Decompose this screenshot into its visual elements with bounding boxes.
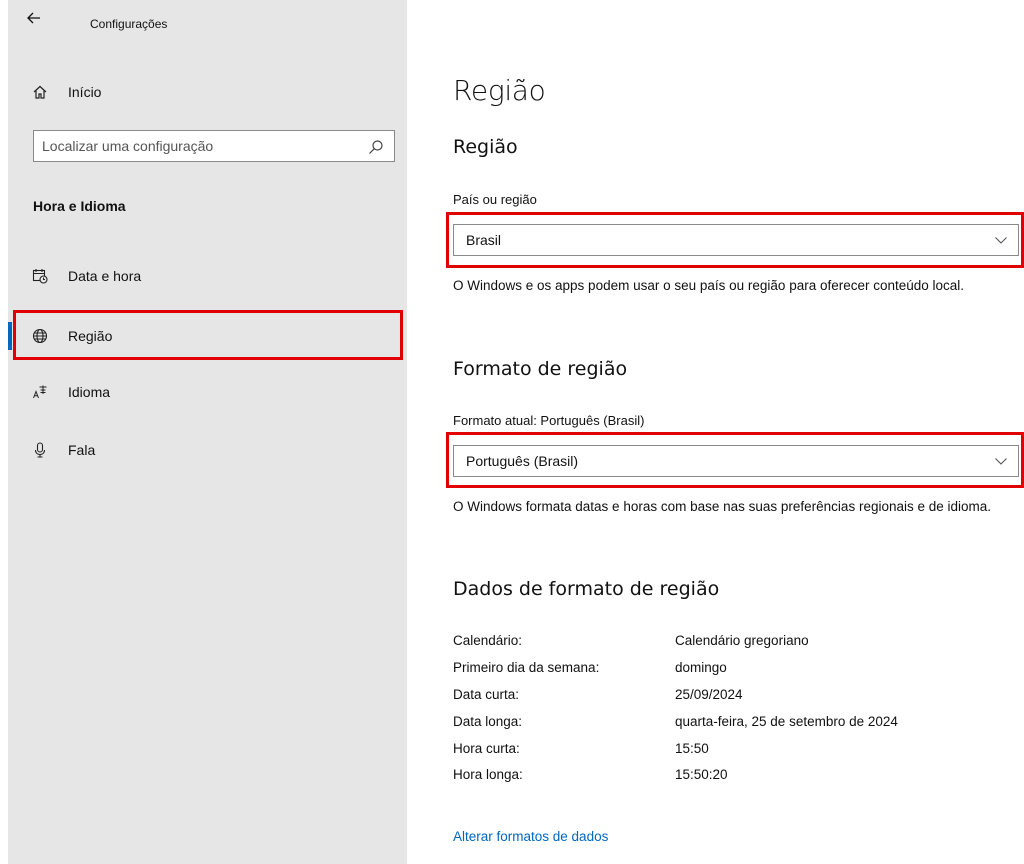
format-data-value: domingo	[675, 660, 727, 675]
format-data-row: Calendário: Calendário gregoriano	[453, 633, 1013, 655]
sidebar-section-title: Hora e Idioma	[33, 198, 126, 214]
sidebar-item-region[interactable]: Região	[8, 312, 407, 360]
format-description: O Windows formata datas e horas com base…	[453, 499, 992, 514]
sidebar-item-label: Idioma	[68, 384, 111, 400]
format-data-key: Calendário:	[453, 633, 523, 648]
search-icon[interactable]	[368, 139, 384, 155]
region-format-dropdown[interactable]: Português (Brasil)	[453, 445, 1019, 477]
format-data-value: quarta-feira, 25 de setembro de 2024	[675, 714, 898, 729]
sidebar-item-speech[interactable]: Fala	[8, 426, 407, 474]
microphone-icon	[30, 426, 50, 474]
country-description: O Windows e os apps podem usar o seu paí…	[453, 278, 965, 293]
language-icon	[30, 368, 50, 416]
search-input[interactable]	[34, 131, 362, 161]
format-data-value: 15:50	[675, 741, 709, 756]
format-data-row: Data longa: quarta-feira, 25 de setembro…	[453, 714, 1013, 736]
format-data-value: 25/09/2024	[675, 687, 743, 702]
change-data-formats-link[interactable]: Alterar formatos de dados	[453, 829, 608, 844]
sidebar-item-label: Fala	[68, 442, 96, 458]
format-data-key: Hora curta:	[453, 741, 520, 756]
chevron-down-icon	[995, 458, 1007, 465]
calendar-clock-icon	[30, 252, 50, 300]
search-field[interactable]	[33, 130, 395, 162]
format-data-row: Primeiro dia da semana: domingo	[453, 660, 1013, 682]
format-data-row: Hora longa: 15:50:20	[453, 767, 1013, 789]
sidebar-item-label: Início	[68, 84, 102, 100]
sidebar-item-label: Região	[68, 328, 113, 344]
format-data-key: Data curta:	[453, 687, 520, 702]
sidebar-item-label: Data e hora	[68, 268, 142, 284]
app-title: Configurações	[90, 17, 168, 31]
settings-window: Configurações Início Hora e Idioma Data	[0, 0, 1024, 864]
sidebar-item-language[interactable]: Idioma	[8, 368, 407, 416]
country-field-label: País ou região	[453, 192, 537, 207]
format-data-value: Calendário gregoriano	[675, 633, 809, 648]
format-data-heading: Dados de formato de região	[453, 578, 720, 600]
globe-icon	[30, 312, 50, 360]
format-field-label: Formato atual: Português (Brasil)	[453, 413, 645, 428]
dropdown-value: Português (Brasil)	[466, 453, 579, 469]
country-region-dropdown[interactable]: Brasil	[453, 224, 1019, 256]
format-data-row: Data curta: 25/09/2024	[453, 687, 1013, 709]
dropdown-value: Brasil	[466, 232, 502, 248]
window-edge	[0, 0, 8, 864]
back-arrow-icon	[27, 12, 40, 24]
back-button[interactable]	[26, 10, 50, 34]
format-data-key: Primeiro dia da semana:	[453, 660, 600, 675]
region-format-heading: Formato de região	[453, 358, 628, 380]
chevron-down-icon	[995, 237, 1007, 244]
format-data-key: Data longa:	[453, 714, 523, 729]
format-data-row: Hora curta: 15:50	[453, 741, 1013, 763]
sidebar-item-home[interactable]: Início	[8, 68, 407, 116]
sidebar-item-date-time[interactable]: Data e hora	[8, 252, 407, 300]
format-data-value: 15:50:20	[675, 767, 728, 782]
format-data-key: Hora longa:	[453, 767, 523, 782]
region-heading: Região	[453, 136, 518, 158]
home-icon	[30, 68, 50, 116]
page-title: Região	[453, 74, 546, 107]
